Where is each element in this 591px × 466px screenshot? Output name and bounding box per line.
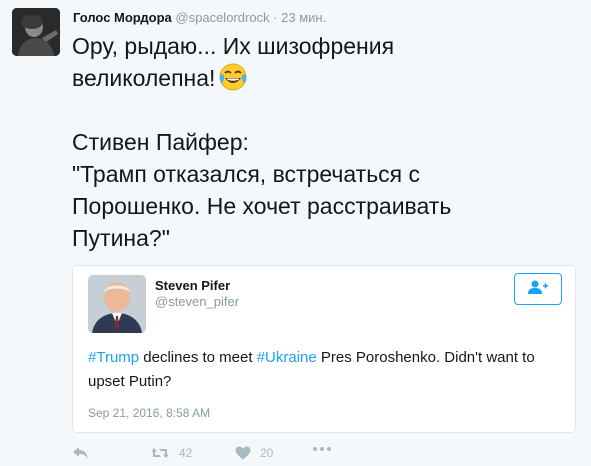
heart-icon (235, 446, 251, 460)
quoted-author-name[interactable]: Steven Pifer (155, 278, 230, 293)
quoted-author-handle[interactable]: @steven_pifer (155, 294, 239, 309)
quoted-tweet-card[interactable]: Steven Pifer @steven_pifer #Trump declin… (72, 265, 576, 433)
more-dots-icon (312, 446, 332, 452)
tweet-timestamp[interactable]: 23 мин. (281, 10, 326, 25)
quoted-text-part1: declines to meet (139, 349, 257, 366)
hashtag-trump[interactable]: #Trump (88, 349, 139, 366)
tweet-text-line2: великолепна! (72, 65, 216, 91)
tweet-text: Ору, рыдаю... Их шизофрения великолепна!… (72, 30, 572, 254)
header-separator: · (273, 10, 278, 25)
like-button[interactable]: 20 (235, 446, 273, 460)
tweet-text-line1: Ору, рыдаю... Их шизофрения (72, 33, 395, 59)
author-avatar[interactable] (12, 8, 60, 56)
author-name[interactable]: Голос Мордора (73, 10, 172, 25)
retweet-count: 42 (179, 446, 193, 460)
quoted-author-avatar[interactable] (88, 275, 146, 333)
retweet-button[interactable]: 42 (150, 446, 192, 460)
more-options-button[interactable] (312, 446, 332, 452)
face-with-tears-of-joy-icon (219, 63, 247, 91)
retweet-icon (150, 446, 170, 460)
tweet-text-rest: Стивен Пайфер: "Трамп отказался, встреча… (72, 129, 452, 251)
tweet-header: Голос Мордора @spacelordrock · 23 мин. (73, 10, 326, 26)
hashtag-ukraine[interactable]: #Ukraine (257, 349, 317, 366)
author-handle[interactable]: @spacelordrock (175, 10, 269, 25)
quoted-tweet-text: #Trump declines to meet #Ukraine Pres Po… (88, 346, 568, 394)
follow-user-icon (527, 279, 549, 300)
reply-icon (72, 446, 90, 460)
quoted-tweet-date[interactable]: Sep 21, 2016, 8:58 AM (88, 406, 210, 420)
reply-button[interactable] (72, 446, 90, 460)
follow-button[interactable] (514, 273, 562, 305)
like-count: 20 (260, 446, 274, 460)
